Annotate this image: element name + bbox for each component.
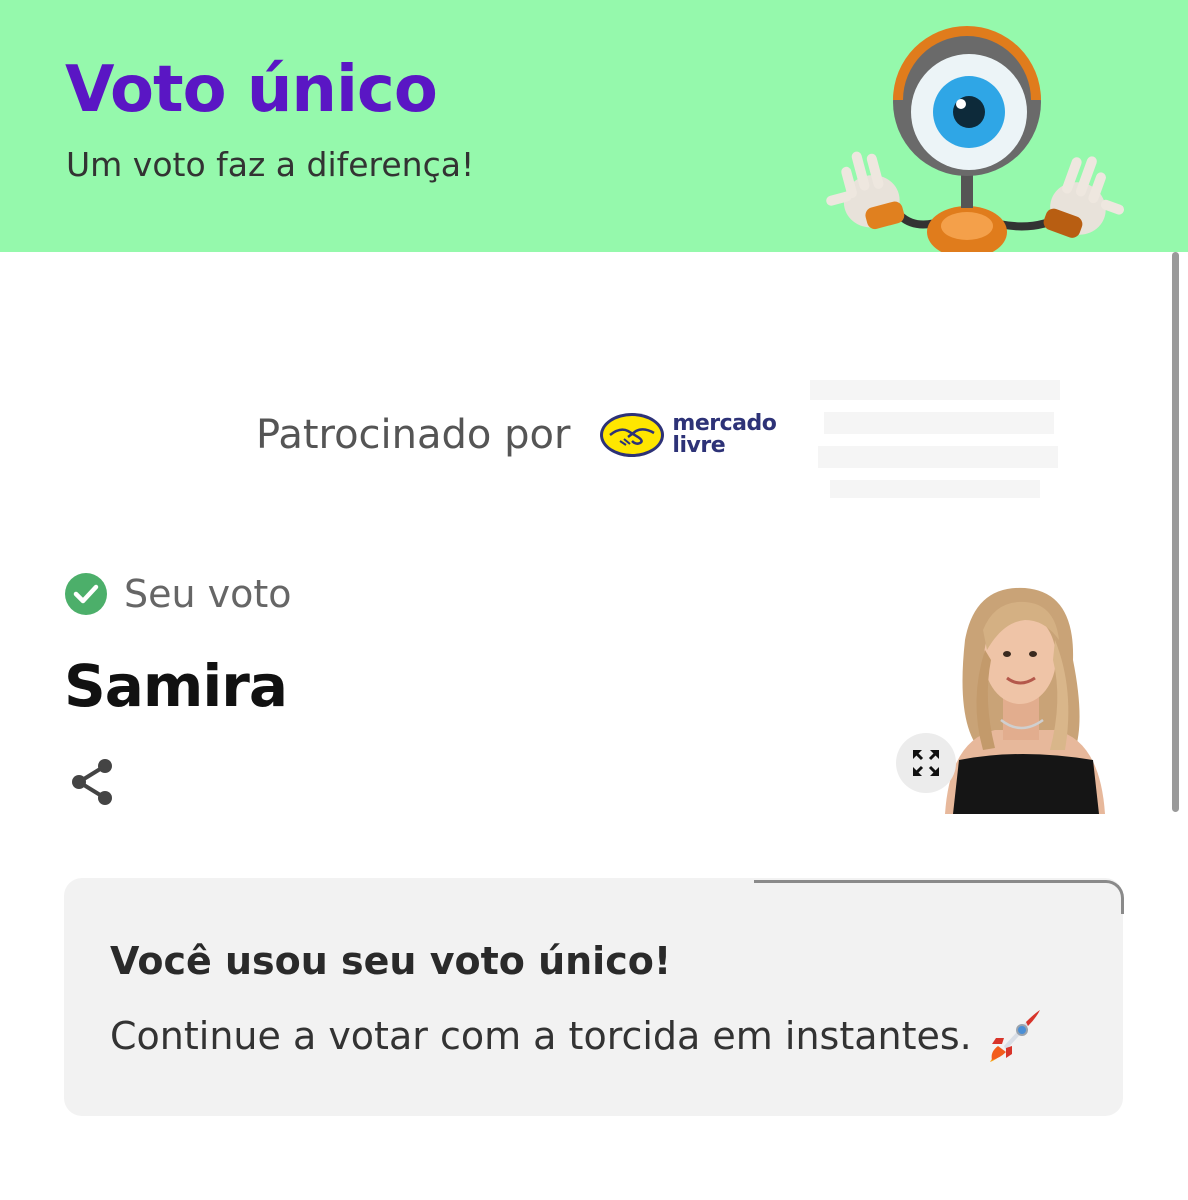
notice-text-row: Continue a votar com a torcida em instan… [110,1008,1042,1064]
page-title: Voto único [65,53,438,127]
big-brother-eye-mascot-icon [826,26,1125,252]
scrollbar[interactable] [1172,252,1179,812]
header-banner: Voto único Um voto faz a diferença! [0,0,1188,252]
brand-line-1: mercado [672,411,777,436]
page-subtitle: Um voto faz a diferença! [66,145,475,184]
expand-photo-button[interactable] [896,733,956,793]
candidate-photo[interactable] [925,580,1120,814]
check-circle-icon [65,573,107,615]
vote-status-label: Seu voto [124,572,292,616]
candidate-portrait-image [925,580,1120,814]
sponsor-row: Patrocinado por mercado livre [256,400,777,470]
candidate-name: Samira [64,652,288,720]
notice-text: Continue a votar com a torcida em instan… [110,1014,972,1058]
sponsor-label: Patrocinado por [256,412,571,458]
handshake-logo-icon [600,413,665,457]
notice-title: Você usou seu voto único! [110,939,672,983]
card-progress-indicator [754,880,1124,914]
vote-status: Seu voto [64,570,292,618]
brand-line-2: livre [672,433,726,458]
faded-ad-graphic [810,380,1060,498]
mercado-livre-logo[interactable]: mercado livre [598,411,777,459]
share-button[interactable] [66,756,118,808]
expand-icon [913,750,939,776]
share-icon [72,759,112,805]
rocket-icon [989,1010,1040,1062]
